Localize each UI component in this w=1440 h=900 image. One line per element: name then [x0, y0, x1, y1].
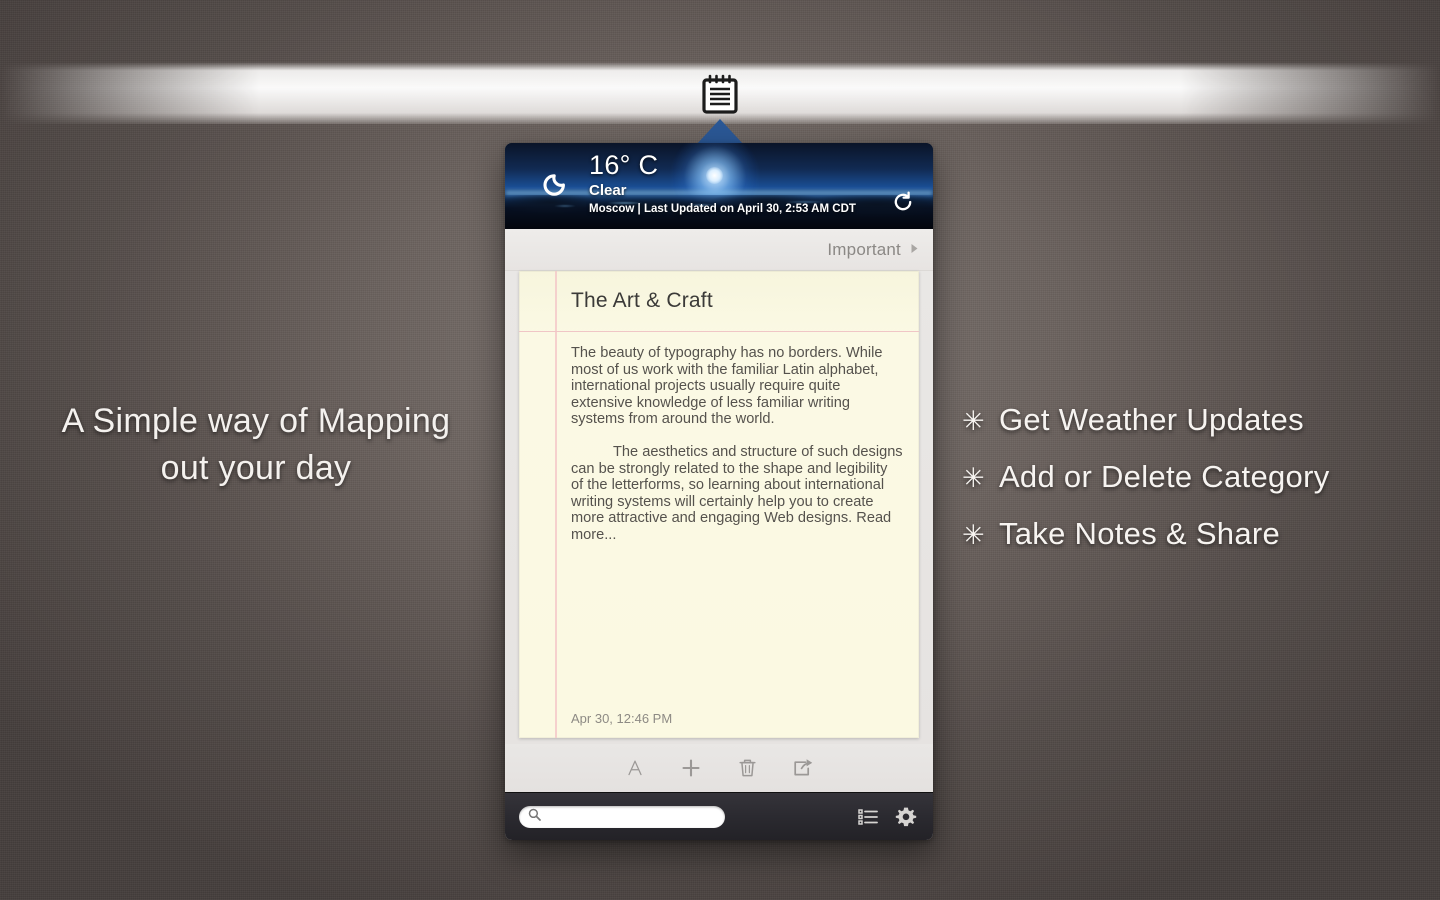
search-input[interactable] [546, 809, 716, 824]
note-paragraph: The beauty of typography has no borders.… [571, 345, 883, 428]
star-icon: ✳ [962, 520, 985, 550]
refresh-icon[interactable] [891, 190, 915, 214]
note-toolbar [505, 744, 933, 792]
category-label: Important [827, 239, 901, 259]
chevron-right-icon [910, 242, 919, 258]
weather-meta: Moscow | Last Updated on April 30, 2:53 … [589, 203, 856, 215]
desktop-background: 16° C Clear Moscow | Last Updated on Apr… [0, 0, 1440, 900]
note-body[interactable]: The beauty of typography has no borders.… [519, 331, 919, 544]
moon-icon [541, 171, 569, 199]
tagline-left: A Simple way of Mapping out your day [26, 398, 486, 492]
star-icon: ✳ [962, 463, 985, 493]
feature-item: ✳ Take Notes & Share [962, 506, 1432, 563]
bottom-bar [505, 792, 933, 840]
category-selector-button[interactable]: Important [827, 240, 919, 260]
feature-label: Get Weather Updates [998, 402, 1304, 437]
weather-temperature: 16° C [589, 150, 659, 180]
search-icon [528, 808, 541, 826]
note-paragraph: The aesthetics and structure of such des… [571, 443, 903, 543]
notepad-icon[interactable] [694, 68, 746, 120]
note-paper[interactable]: The Art & Craft The beauty of typography… [519, 271, 919, 738]
trash-icon[interactable] [732, 753, 762, 783]
weather-header: 16° C Clear Moscow | Last Updated on Apr… [505, 143, 933, 229]
feature-item: ✳ Add or Delete Category [962, 449, 1432, 506]
note-area: The Art & Craft The beauty of typography… [505, 271, 933, 744]
weather-condition: Clear [589, 182, 627, 199]
feature-list: ✳ Get Weather Updates ✳ Add or Delete Ca… [962, 392, 1432, 563]
feature-label: Take Notes & Share [998, 516, 1281, 551]
notes-popover-panel: 16° C Clear Moscow | Last Updated on Apr… [505, 143, 933, 840]
gear-icon[interactable] [893, 804, 919, 830]
plus-icon[interactable] [676, 753, 706, 783]
font-a-icon[interactable] [620, 753, 650, 783]
list-view-icon[interactable] [855, 804, 881, 830]
note-title[interactable]: The Art & Craft [519, 271, 919, 331]
tagline-line-1: A Simple way of Mapping [61, 402, 451, 440]
share-icon[interactable] [788, 753, 818, 783]
weather-text-block: 16° C Clear Moscow | Last Updated on Apr… [589, 149, 856, 217]
tagline-line-2: out your day [160, 449, 352, 487]
category-bar: Important [505, 229, 933, 271]
feature-item: ✳ Get Weather Updates [962, 392, 1432, 449]
panel-pointer-arrow [696, 119, 744, 145]
search-field[interactable] [519, 805, 725, 828]
note-timestamp: Apr 30, 12:46 PM [571, 711, 673, 726]
star-icon: ✳ [962, 406, 985, 436]
feature-label: Add or Delete Category [998, 459, 1330, 494]
